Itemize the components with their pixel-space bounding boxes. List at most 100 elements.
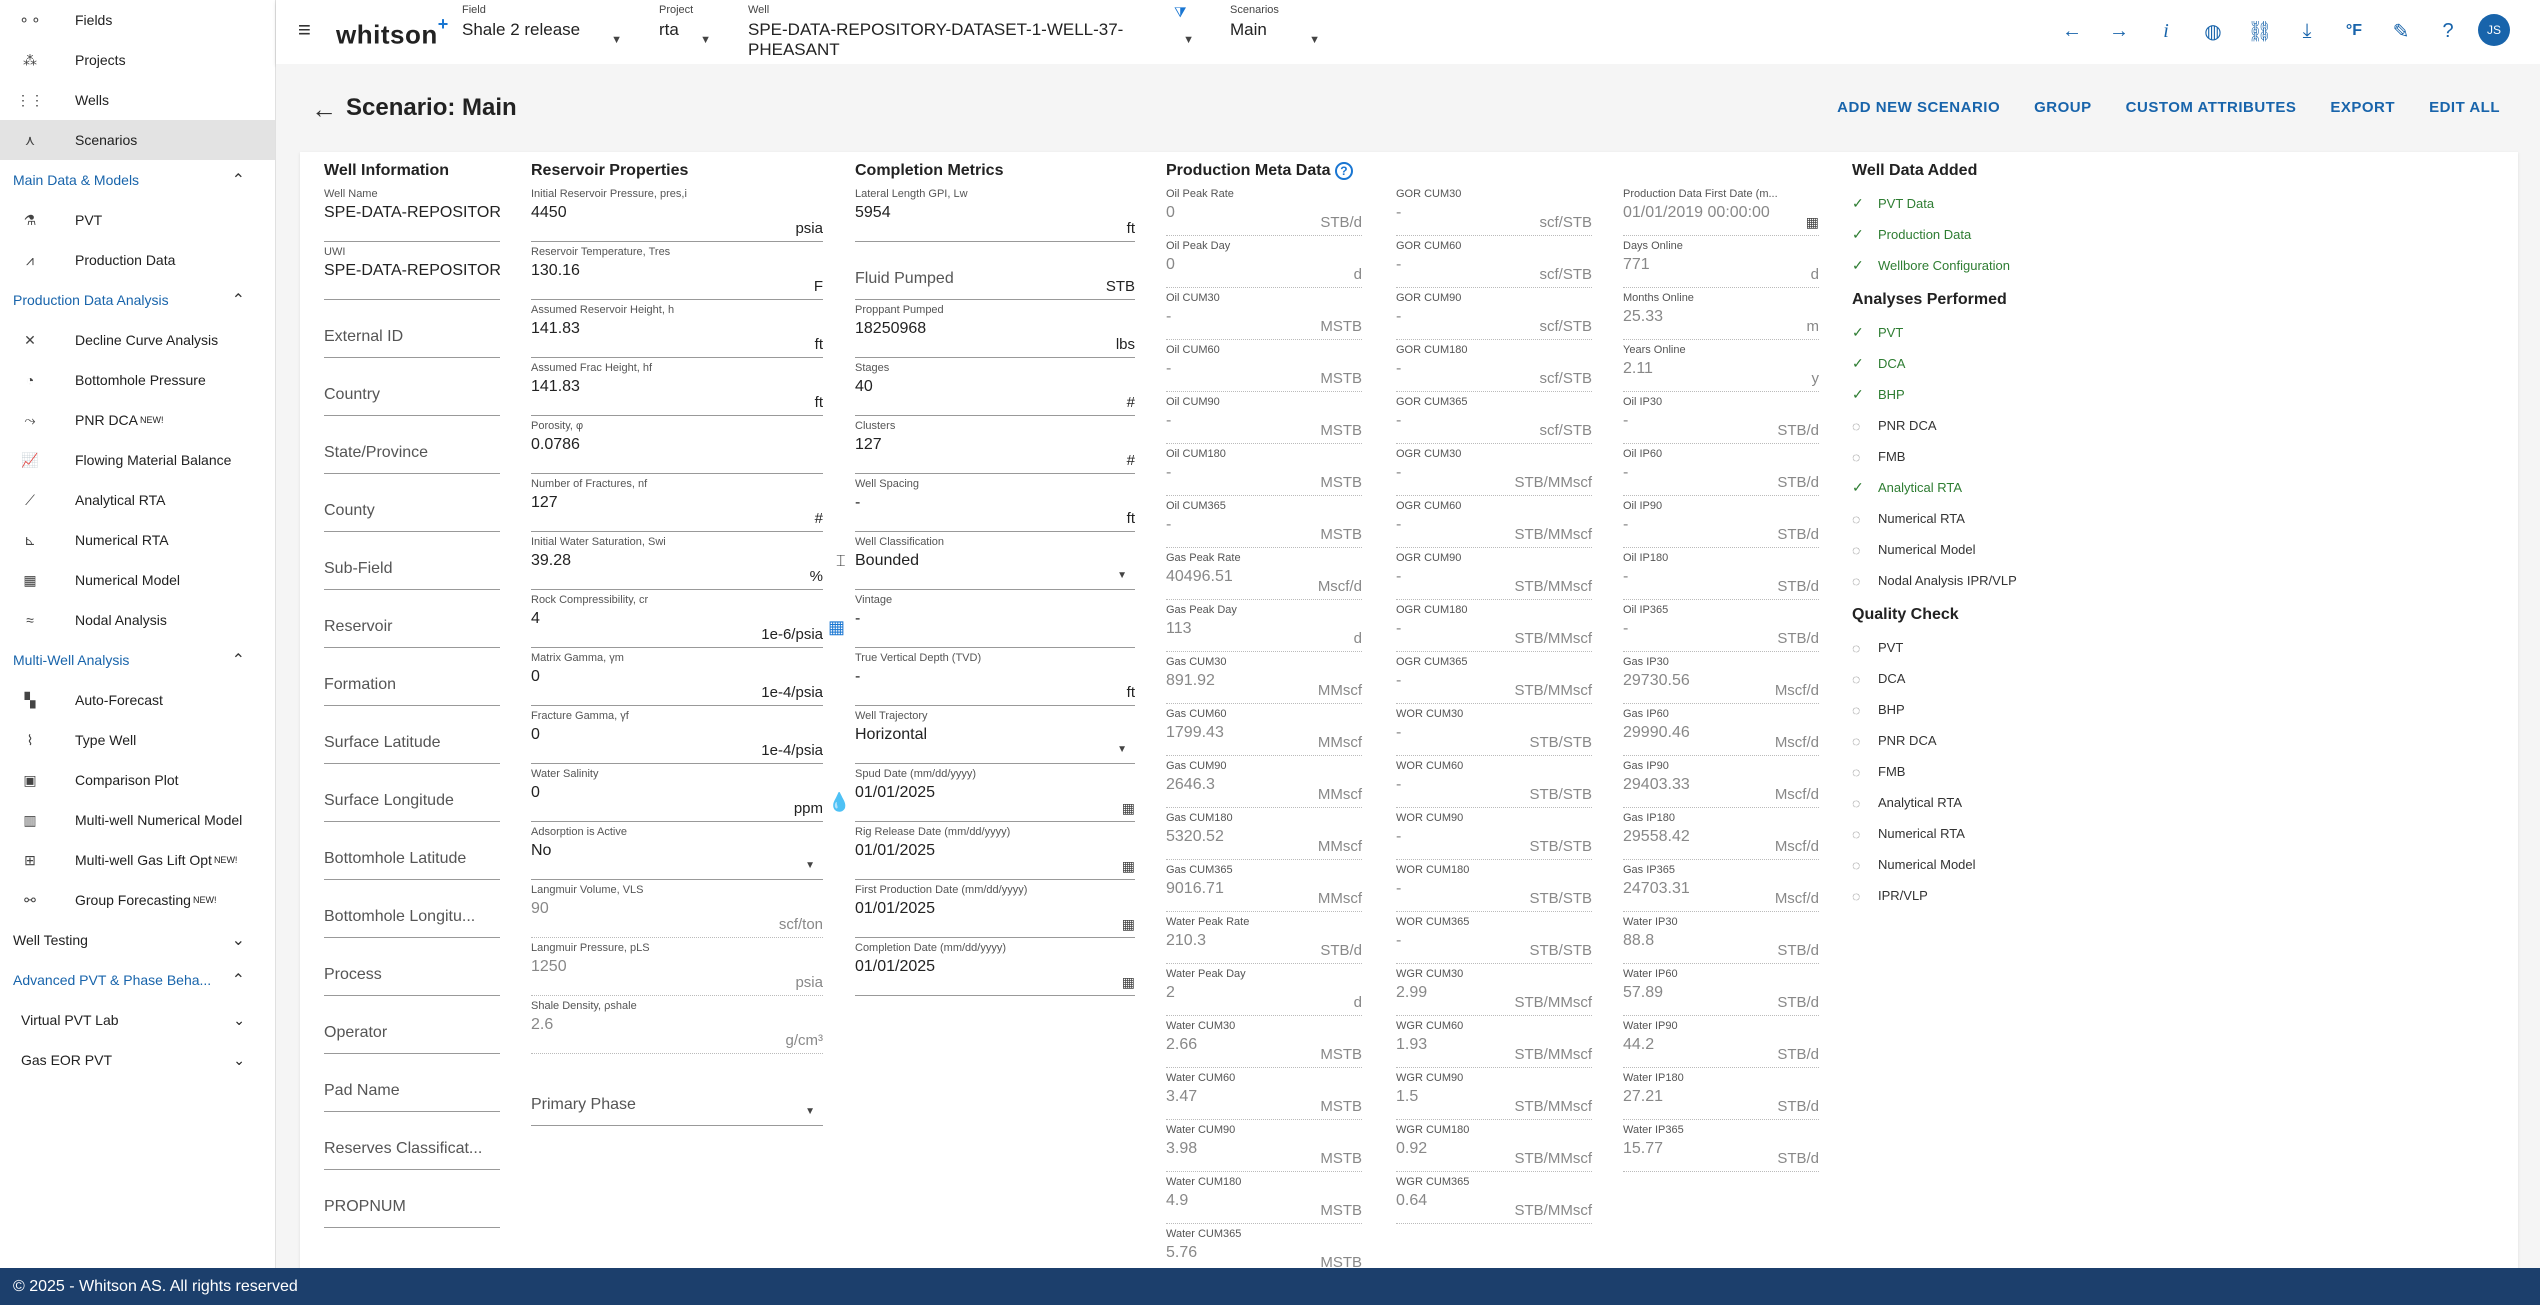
calendar-icon[interactable]: ▦ [1806,214,1819,231]
sub-field-field[interactable]: Sub-Field [324,536,500,590]
formation-field[interactable]: Formation [324,652,500,706]
ogr-cum90-field[interactable]: OGR CUM90 - STB/MMscf [1396,552,1592,600]
water-peak-rate-field[interactable]: Water Peak Rate 210.3 STB/d [1166,916,1362,964]
ogr-cum180-field[interactable]: OGR CUM180 - STB/MMscf [1396,604,1592,652]
stages-field[interactable]: Stages 40 # [855,362,1135,416]
sidebar-item-wells[interactable]: ⋮⋮ Wells [0,80,275,120]
langmuir-pressure-pls-field[interactable]: Langmuir Pressure, pLS 1250 psia [531,942,823,996]
gor-cum60-field[interactable]: GOR CUM60 - scf/STB [1396,240,1592,288]
field-select[interactable]: Field Shale 2 release ▼ [462,4,622,46]
group-button[interactable]: GROUP [2034,99,2092,116]
propnum-field[interactable]: PROPNUM [324,1174,500,1228]
units-icon[interactable]: °F [2337,14,2371,48]
menu-icon[interactable]: ≡ [298,18,322,42]
sidebar-item-pnr-dca[interactable]: ⤳ PNR DCA NEW! [0,400,275,440]
porosity-field[interactable]: Porosity, φ 0.0786 [531,420,823,474]
gas-ip30-field[interactable]: Gas IP30 29730.56 Mscf/d [1623,656,1819,704]
calendar-icon[interactable]: ▦ [1122,974,1135,991]
gas-cum90-field[interactable]: Gas CUM90 2646.3 MMscf [1166,760,1362,808]
sidebar-item-numerical-rta[interactable]: ⊾ Numerical RTA [0,520,275,560]
oil-peak-day-field[interactable]: Oil Peak Day 0 d [1166,240,1362,288]
ogr-cum30-field[interactable]: OGR CUM30 - STB/MMscf [1396,448,1592,496]
globe-icon[interactable]: ◍ [2196,14,2230,48]
state-province-field[interactable]: State/Province [324,420,500,474]
water-ip30-field[interactable]: Water IP30 88.8 STB/d [1623,916,1819,964]
scenario-select[interactable]: Scenarios Main ▼ [1230,4,1320,46]
completion-date-mm-dd-yyyy-field[interactable]: Completion Date (mm/dd/yyyy) 01/01/2025 ▦ [855,942,1135,996]
download-icon[interactable]: ⤓ [2290,14,2324,48]
production-data-first-date-m-field[interactable]: Production Data First Date (m... 01/01/2… [1623,188,1819,236]
gor-cum30-field[interactable]: GOR CUM30 - scf/STB [1396,188,1592,236]
calculator-icon[interactable]: ▦ [828,617,845,638]
fracture-gamma-f-field[interactable]: Fracture Gamma, γf 0 1e-4/psia [531,710,823,764]
first-production-date-mm-dd-yyyy-field[interactable]: First Production Date (mm/dd/yyyy) 01/01… [855,884,1135,938]
edit-all-button[interactable]: EDIT ALL [2429,99,2500,116]
help-icon[interactable]: ? [2431,14,2465,48]
gas-ip365-field[interactable]: Gas IP365 24703.31 Mscf/d [1623,864,1819,912]
wor-cum180-field[interactable]: WOR CUM180 - STB/STB [1396,864,1592,912]
sidebar-item-auto-forecast[interactable]: ▚ Auto-Forecast [0,680,275,720]
lateral-length-gpi-lw-field[interactable]: Lateral Length GPI, Lw 5954 ft [855,188,1135,242]
county-field[interactable]: County [324,478,500,532]
gas-cum60-field[interactable]: Gas CUM60 1799.43 MMscf [1166,708,1362,756]
assumed-reservoir-height-h-field[interactable]: Assumed Reservoir Height, h 141.83 ft [531,304,823,358]
oil-peak-rate-field[interactable]: Oil Peak Rate 0 STB/d [1166,188,1362,236]
adsorption-is-active-field[interactable]: Adsorption is Active No ▼ [531,826,823,880]
reserves-classificat-field[interactable]: Reserves Classificat... [324,1116,500,1170]
gas-cum365-field[interactable]: Gas CUM365 9016.71 MMscf [1166,864,1362,912]
ogr-cum60-field[interactable]: OGR CUM60 - STB/MMscf [1396,500,1592,548]
ogr-cum365-field[interactable]: OGR CUM365 - STB/MMscf [1396,656,1592,704]
oil-ip90-field[interactable]: Oil IP90 - STB/d [1623,500,1819,548]
sidebar-item-scenarios[interactable]: ⋏ Scenarios [0,120,275,160]
section-main-data-models[interactable]: Main Data & Models ⌃ [0,160,275,200]
wgr-cum90-field[interactable]: WGR CUM90 1.5 STB/MMscf [1396,1072,1592,1120]
surface-longitude-field[interactable]: Surface Longitude [324,768,500,822]
sidebar-item-fields[interactable]: ⚬⚬ Fields [0,0,275,40]
spud-date-mm-dd-yyyy-field[interactable]: Spud Date (mm/dd/yyyy) 01/01/2025 ▦ [855,768,1135,822]
well-select[interactable]: Well SPE-DATA-REPOSITORY-DATASET-1-WELL-3… [748,4,1194,60]
operator-field[interactable]: Operator [324,1000,500,1054]
sidebar-item-pvt[interactable]: ⚗ PVT [0,200,275,240]
well-trajectory-field[interactable]: Well Trajectory Horizontal ▼ [855,710,1135,764]
uwi-field[interactable]: UWI SPE-DATA-REPOSITORY- [324,246,500,300]
gas-ip180-field[interactable]: Gas IP180 29558.42 Mscf/d [1623,812,1819,860]
sidebar-item-multi-well-numerical-model[interactable]: ▥ Multi-well Numerical Model [0,800,275,840]
custom-attributes-button[interactable]: CUSTOM ATTRIBUTES [2126,99,2297,116]
process-field[interactable]: Process [324,942,500,996]
well-classification-field[interactable]: Well Classification Bounded ▼ [855,536,1135,590]
section-advanced-pvt[interactable]: Advanced PVT & Phase Beha... ⌃ [0,960,275,1000]
group-gas-eor-pvt[interactable]: Gas EOR PVT ⌄ [0,1040,275,1080]
initial-reservoir-pressure-pres-i-field[interactable]: Initial Reservoir Pressure, pres,i 4450 p… [531,188,823,242]
reservoir-temperature-tres-field[interactable]: Reservoir Temperature, Tres 130.16 F [531,246,823,300]
oil-cum90-field[interactable]: Oil CUM90 - MSTB [1166,396,1362,444]
filter-icon[interactable]: ⧩ [1174,4,1187,21]
water-ip90-field[interactable]: Water IP90 44.2 STB/d [1623,1020,1819,1068]
info-icon[interactable]: i [2149,14,2183,48]
water-salinity-field[interactable]: Water Salinity 0 ppm [531,768,823,822]
well-name-field[interactable]: Well Name SPE-DATA-REPOSITORY- [324,188,500,242]
brand-logo[interactable]: whitson+ [336,14,449,51]
fluid-pumped-field[interactable]: Fluid Pumped STB [855,246,1135,300]
oil-cum180-field[interactable]: Oil CUM180 - MSTB [1166,448,1362,496]
wor-cum90-field[interactable]: WOR CUM90 - STB/STB [1396,812,1592,860]
gas-ip90-field[interactable]: Gas IP90 29403.33 Mscf/d [1623,760,1819,808]
years-online-field[interactable]: Years Online 2.11 y [1623,344,1819,392]
gor-cum90-field[interactable]: GOR CUM90 - scf/STB [1396,292,1592,340]
calendar-icon[interactable]: ▦ [1122,800,1135,817]
initial-water-saturation-swi-field[interactable]: Initial Water Saturation, Swi 39.28% [531,536,823,590]
sidebar-item-projects[interactable]: ⁂ Projects [0,40,275,80]
water-cum90-field[interactable]: Water CUM90 3.98 MSTB [1166,1124,1362,1172]
well-spacing-field[interactable]: Well Spacing - ft [855,478,1135,532]
sidebar-item-analytical-rta[interactable]: ⟋ Analytical RTA [0,480,275,520]
calendar-icon[interactable]: ▦ [1122,916,1135,933]
water-ip60-field[interactable]: Water IP60 57.89 STB/d [1623,968,1819,1016]
wor-cum365-field[interactable]: WOR CUM365 - STB/STB [1396,916,1592,964]
true-vertical-depth-tvd-field[interactable]: True Vertical Depth (TVD) - ft [855,652,1135,706]
reservoir-field[interactable]: Reservoir [324,594,500,648]
sidebar-item-production-data[interactable]: ⩘ Production Data [0,240,275,280]
shale-density-shale-field[interactable]: Shale Density, ρshale 2.6 g/cm³ [531,1000,823,1054]
rig-release-date-mm-dd-yyyy-field[interactable]: Rig Release Date (mm/dd/yyyy) 01/01/2025… [855,826,1135,880]
arrow-left-icon[interactable]: ← [2055,14,2089,48]
proppant-pumped-field[interactable]: Proppant Pumped 18250968 lbs [855,304,1135,358]
days-online-field[interactable]: Days Online 771 d [1623,240,1819,288]
